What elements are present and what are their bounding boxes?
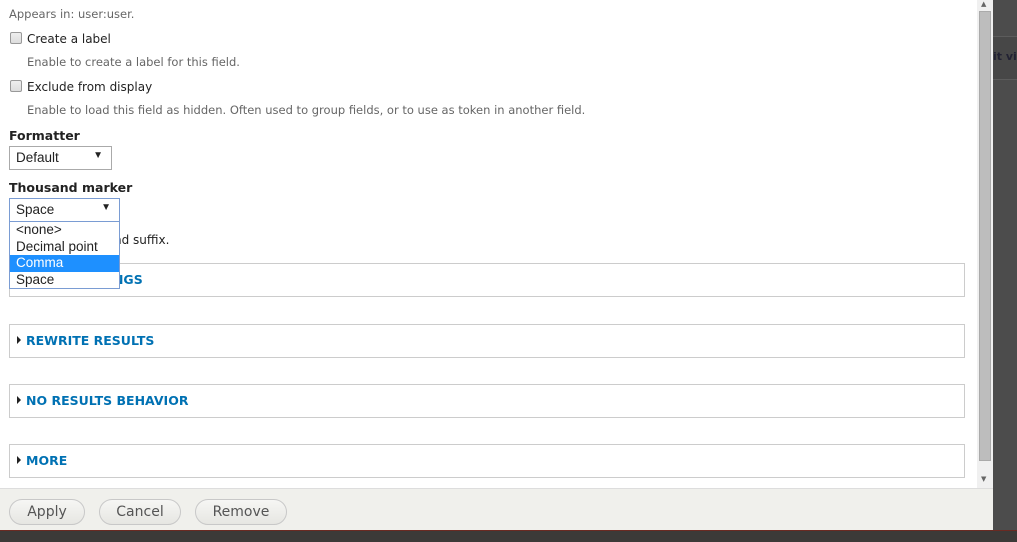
appears-in-text: Appears in: user:user. bbox=[9, 7, 135, 21]
fieldset-more[interactable]: MORE bbox=[9, 444, 965, 478]
option-decimal-point[interactable]: Decimal point bbox=[10, 239, 119, 256]
dialog-content: Appears in: user:user. Create a label En… bbox=[0, 0, 977, 488]
thousand-marker-options: <none> Decimal point Comma Space bbox=[9, 221, 120, 289]
exclude-label[interactable]: Exclude from display bbox=[27, 80, 152, 94]
create-label-description: Enable to create a label for this field. bbox=[27, 55, 240, 69]
option-comma[interactable]: Comma bbox=[10, 255, 119, 272]
fieldset-rewrite-results[interactable]: REWRITE RESULTS bbox=[9, 324, 965, 358]
collapsed-triangle-icon bbox=[17, 336, 21, 344]
fieldset-title[interactable]: REWRITE RESULTS bbox=[26, 333, 154, 348]
create-label-checkbox[interactable] bbox=[10, 32, 22, 44]
background-text: it vi bbox=[993, 50, 1017, 63]
scrollbar-thumb[interactable] bbox=[979, 11, 991, 461]
scroll-down-icon[interactable]: ▼ bbox=[981, 475, 986, 483]
fieldset-title[interactable]: MORE bbox=[26, 453, 67, 468]
scroll-up-icon[interactable]: ▲ bbox=[981, 0, 986, 8]
background-edit-view-tab: it vi bbox=[993, 36, 1017, 80]
exclude-checkbox[interactable] bbox=[10, 80, 22, 92]
formatter-label: Formatter bbox=[9, 128, 80, 143]
dialog-footer: Apply Cancel Remove bbox=[0, 488, 993, 530]
remove-button[interactable]: Remove bbox=[195, 499, 287, 525]
option-none[interactable]: <none> bbox=[10, 222, 119, 239]
option-space[interactable]: Space bbox=[10, 272, 119, 289]
prefix-suffix-label[interactable]: nd suffix. bbox=[114, 233, 169, 247]
fieldset-no-results-behavior[interactable]: NO RESULTS BEHAVIOR bbox=[9, 384, 965, 418]
apply-button[interactable]: Apply bbox=[9, 499, 85, 525]
field-config-dialog: Appears in: user:user. Create a label En… bbox=[0, 0, 993, 530]
create-label-label[interactable]: Create a label bbox=[27, 32, 111, 46]
formatter-select[interactable]: Default ▼ bbox=[9, 146, 112, 170]
formatter-value: Default bbox=[16, 150, 59, 165]
dropdown-arrow-icon: ▼ bbox=[101, 202, 111, 213]
bottom-bar bbox=[0, 530, 1017, 542]
collapsed-triangle-icon bbox=[17, 396, 21, 404]
fieldset-title[interactable]: NO RESULTS BEHAVIOR bbox=[26, 393, 188, 408]
scrollbar[interactable]: ▲ ▼ bbox=[977, 0, 993, 488]
fieldset-style-settings[interactable]: STYLE SETTINGS bbox=[9, 263, 965, 297]
thousand-marker-value: Space bbox=[16, 202, 55, 217]
thousand-marker-label: Thousand marker bbox=[9, 180, 133, 195]
thousand-marker-select[interactable]: Space ▼ bbox=[9, 198, 120, 222]
dropdown-arrow-icon: ▼ bbox=[93, 150, 103, 161]
cancel-button[interactable]: Cancel bbox=[99, 499, 181, 525]
collapsed-triangle-icon bbox=[17, 456, 21, 464]
exclude-description: Enable to load this field as hidden. Oft… bbox=[27, 103, 586, 117]
